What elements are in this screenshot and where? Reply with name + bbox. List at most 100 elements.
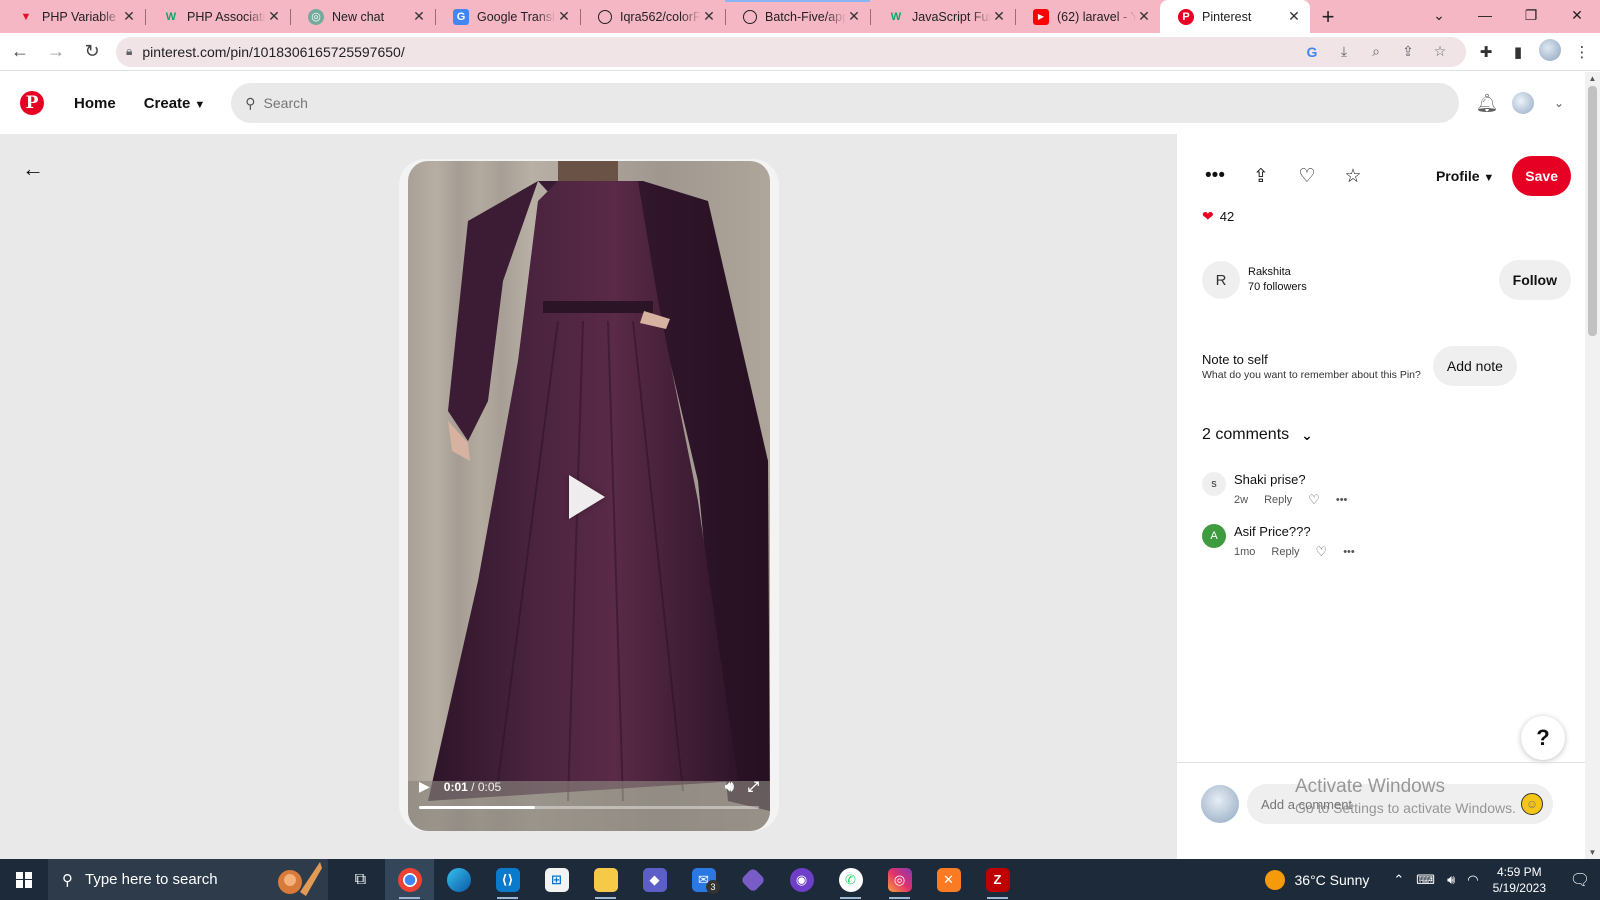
google-lens-icon[interactable]: G <box>1296 44 1328 60</box>
video-progress-bar[interactable] <box>419 806 759 809</box>
board-dropdown[interactable]: Profile ▼ <box>1436 168 1494 184</box>
instagram-taskbar-icon[interactable]: ◎ <box>875 859 924 900</box>
reactions[interactable]: ❤ 42 <box>1202 208 1234 225</box>
emoji-icon[interactable]: ☺ <box>1521 793 1543 815</box>
task-view-icon[interactable]: ⧉ <box>336 859 385 900</box>
browser-tab[interactable]: Batch-Five/app ✕ <box>725 0 870 33</box>
close-icon[interactable]: ✕ <box>266 8 282 25</box>
browser-tab[interactable]: W JavaScript Func ✕ <box>870 0 1015 33</box>
close-icon[interactable]: ✕ <box>991 8 1007 25</box>
scrollbar-thumb[interactable] <box>1588 86 1597 336</box>
git-taskbar-icon[interactable] <box>728 859 777 900</box>
close-icon[interactable]: ✕ <box>846 8 862 25</box>
bookmark-star-icon[interactable]: ☆ <box>1424 43 1456 60</box>
follow-button[interactable]: Follow <box>1498 260 1571 300</box>
close-icon[interactable]: ✕ <box>701 8 717 25</box>
nav-home[interactable]: Home <box>60 83 130 124</box>
volume-icon[interactable]: 🔊︎ <box>725 778 734 795</box>
notifications-icon[interactable]: 🗨︎ <box>1560 859 1600 900</box>
weather-text[interactable]: 36°C Sunny <box>1295 872 1370 888</box>
heart-icon[interactable]: ♡ <box>1316 544 1328 560</box>
play-icon[interactable]: ▶ <box>419 778 430 795</box>
xampp-taskbar-icon[interactable]: ✕ <box>924 859 973 900</box>
forward-icon[interactable]: → <box>40 36 72 68</box>
show-hidden-icons-icon[interactable]: ⌃ <box>1393 872 1404 888</box>
keyboard-layout-icon[interactable]: ⌨ <box>1416 872 1435 888</box>
close-icon[interactable]: ✕ <box>121 8 137 25</box>
back-arrow-icon[interactable]: ← <box>22 156 44 182</box>
windows-start-icon[interactable] <box>0 859 48 900</box>
heart-icon[interactable]: ♡ <box>1285 165 1329 188</box>
taskbar-search-box[interactable]: ⚲ Type here to search <box>48 859 328 900</box>
commenter-avatar[interactable]: s <box>1202 472 1226 496</box>
weather-sun-icon[interactable] <box>1264 869 1285 890</box>
nav-create[interactable]: Create ▼ <box>130 83 220 124</box>
notifications-bell-icon[interactable]: 🔔︎ <box>1469 93 1505 114</box>
close-window-icon[interactable]: ✕ <box>1554 0 1600 30</box>
extensions-icon[interactable]: ✚ <box>1470 43 1502 61</box>
file-explorer-icon[interactable] <box>581 859 630 900</box>
wifi-icon[interactable]: ◠ <box>1467 872 1478 888</box>
star-icon[interactable]: ☆ <box>1331 165 1375 188</box>
comment-author[interactable]: Shaki <box>1234 472 1267 487</box>
clock[interactable]: 4:59 PM 5/19/2023 <box>1493 864 1546 896</box>
more-options-icon[interactable]: ••• <box>1336 494 1348 506</box>
github-desktop-icon[interactable]: ◉ <box>777 859 826 900</box>
restore-icon[interactable]: ❐ <box>1508 0 1554 30</box>
close-icon[interactable]: ✕ <box>1286 8 1302 25</box>
edge-taskbar-icon[interactable] <box>434 859 483 900</box>
heart-icon[interactable]: ♡ <box>1308 492 1320 508</box>
zoom-icon[interactable]: ⌕ <box>1360 43 1392 60</box>
more-options-icon[interactable]: ••• <box>1343 546 1355 558</box>
profile-avatar-icon[interactable] <box>1534 38 1566 65</box>
whatsapp-taskbar-icon[interactable]: ✆ <box>826 859 875 900</box>
vscode-taskbar-icon[interactable]: ⟨⟩ <box>483 859 532 900</box>
reply-button[interactable]: Reply <box>1264 494 1292 506</box>
browser-tab[interactable]: Iqra562/colorFl ✕ <box>580 0 725 33</box>
browser-menu-icon[interactable]: ⋮ <box>1566 43 1598 61</box>
browser-tab[interactable]: W PHP Associative ✕ <box>145 0 290 33</box>
comment-author[interactable]: Asif <box>1234 524 1256 539</box>
scroll-up-icon[interactable]: ▲ <box>1585 74 1600 83</box>
side-panel-icon[interactable]: ▮ <box>1502 43 1534 61</box>
reply-button[interactable]: Reply <box>1271 546 1299 558</box>
close-icon[interactable]: ✕ <box>411 8 427 25</box>
page-scrollbar[interactable]: ▲ ▼ <box>1585 72 1600 859</box>
share-icon[interactable]: ⇪ <box>1392 43 1424 60</box>
pinterest-logo-icon[interactable]: P <box>20 91 44 115</box>
minimize-icon[interactable]: — <box>1462 0 1508 30</box>
help-button[interactable]: ? <box>1521 716 1565 760</box>
search-input[interactable]: ⚲ Search <box>231 83 1459 123</box>
creator-name[interactable]: Rakshita <box>1248 265 1499 280</box>
comments-toggle[interactable]: 2 comments ⌄ <box>1202 426 1313 444</box>
microsoft-store-icon[interactable]: ⊞ <box>532 859 581 900</box>
chrome-taskbar-icon[interactable] <box>385 859 434 900</box>
filezilla-taskbar-icon[interactable]: Z <box>973 859 1022 900</box>
share-icon[interactable]: ⇪ <box>1239 165 1283 188</box>
account-chevron-icon[interactable]: ⌄ <box>1541 96 1577 110</box>
volume-icon[interactable]: 🔊︎ <box>1447 872 1455 888</box>
commenter-avatar[interactable]: A <box>1202 524 1226 548</box>
save-button[interactable]: Save <box>1512 156 1571 196</box>
mail-icon[interactable]: ✉ 3 <box>679 859 728 900</box>
browser-tab[interactable]: G Google Translat ✕ <box>435 0 580 33</box>
browser-tab[interactable]: ▶ (62) laravel - Yo ✕ <box>1015 0 1160 33</box>
new-tab-button[interactable]: + <box>1310 0 1346 33</box>
add-note-button[interactable]: Add note <box>1432 346 1517 386</box>
close-icon[interactable]: ✕ <box>1136 8 1152 25</box>
fullscreen-icon[interactable]: ⤢ <box>748 778 759 795</box>
address-bar[interactable]: 🔒︎ pinterest.com/pin/1018306165725597650… <box>116 36 1466 67</box>
tab-search-icon[interactable]: ⌄ <box>1416 0 1462 30</box>
pin-video-player[interactable]: ▶ 0:01 / 0:05 🔊︎ ⤢ <box>399 159 779 831</box>
creator-avatar[interactable]: R <box>1202 261 1240 299</box>
power-automate-icon[interactable]: ◆ <box>630 859 679 900</box>
play-overlay-icon[interactable] <box>569 475 605 519</box>
user-avatar[interactable] <box>1505 92 1541 114</box>
browser-tab-active[interactable]: P Pinterest ✕ <box>1160 0 1310 33</box>
more-options-icon[interactable]: ••• <box>1193 165 1237 187</box>
lock-icon[interactable]: 🔒︎ <box>126 44 132 59</box>
browser-tab[interactable]: ▼ PHP Variable Sc ✕ <box>0 0 145 33</box>
browser-tab[interactable]: ◎ New chat ✕ <box>290 0 435 33</box>
reload-icon[interactable]: ↻ <box>76 36 108 68</box>
scroll-down-icon[interactable]: ▼ <box>1585 848 1600 857</box>
